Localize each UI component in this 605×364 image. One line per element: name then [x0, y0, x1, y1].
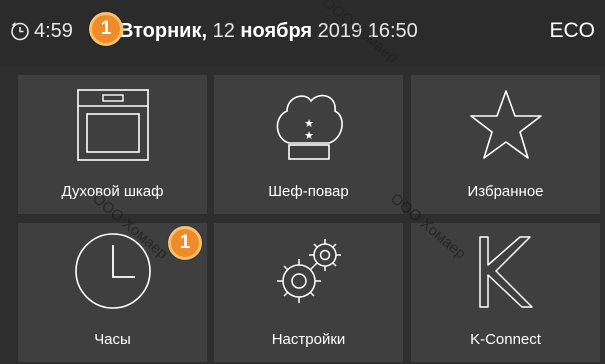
eco-mode-button[interactable]: ECO: [549, 19, 595, 43]
tile-label: Избранное: [467, 183, 544, 200]
current-date: Вторник, 12 ноября 2019 16:50: [119, 20, 418, 43]
callout-badge: 1: [89, 12, 123, 46]
tile-label: Духовой шкаф: [61, 183, 164, 200]
oven-icon: [76, 89, 149, 161]
tile-oven[interactable]: Духовой шкаф: [18, 75, 207, 214]
alarm-clock-icon[interactable]: [10, 21, 30, 41]
tile-label: Шеф-повар: [268, 183, 349, 200]
date-year: 2019: [317, 19, 363, 42]
date-month: ноября: [240, 19, 313, 42]
date-time: 16:50: [367, 19, 418, 42]
svg-text:★: ★: [304, 129, 314, 142]
status-row: 4:59 Вторник, 12 ноября 2019 16:50: [10, 13, 418, 49]
date-day: 12: [212, 19, 235, 42]
callout-badge: 1: [168, 226, 202, 260]
tile-favorites[interactable]: Избранное: [411, 75, 600, 214]
tile-label: K-Connect: [470, 331, 541, 348]
timer-time[interactable]: 4:59: [34, 20, 73, 43]
star-icon: [469, 90, 542, 159]
k-connect-icon: [478, 236, 533, 308]
date-weekday: Вторник,: [118, 19, 208, 42]
tile-label: Часы: [94, 331, 131, 348]
clock-icon: [74, 233, 151, 309]
main-menu-grid: Духовой шкаф ★ ★ Шеф-повар Избранное Час…: [0, 66, 605, 364]
tile-label: Настройки: [271, 331, 346, 348]
tile-settings[interactable]: Настройки: [214, 223, 403, 362]
tile-chef[interactable]: ★ ★ Шеф-повар: [214, 75, 403, 214]
gears-icon: [276, 239, 341, 303]
chef-hat-icon: ★ ★: [276, 94, 343, 160]
tile-k-connect[interactable]: K-Connect: [411, 223, 600, 362]
